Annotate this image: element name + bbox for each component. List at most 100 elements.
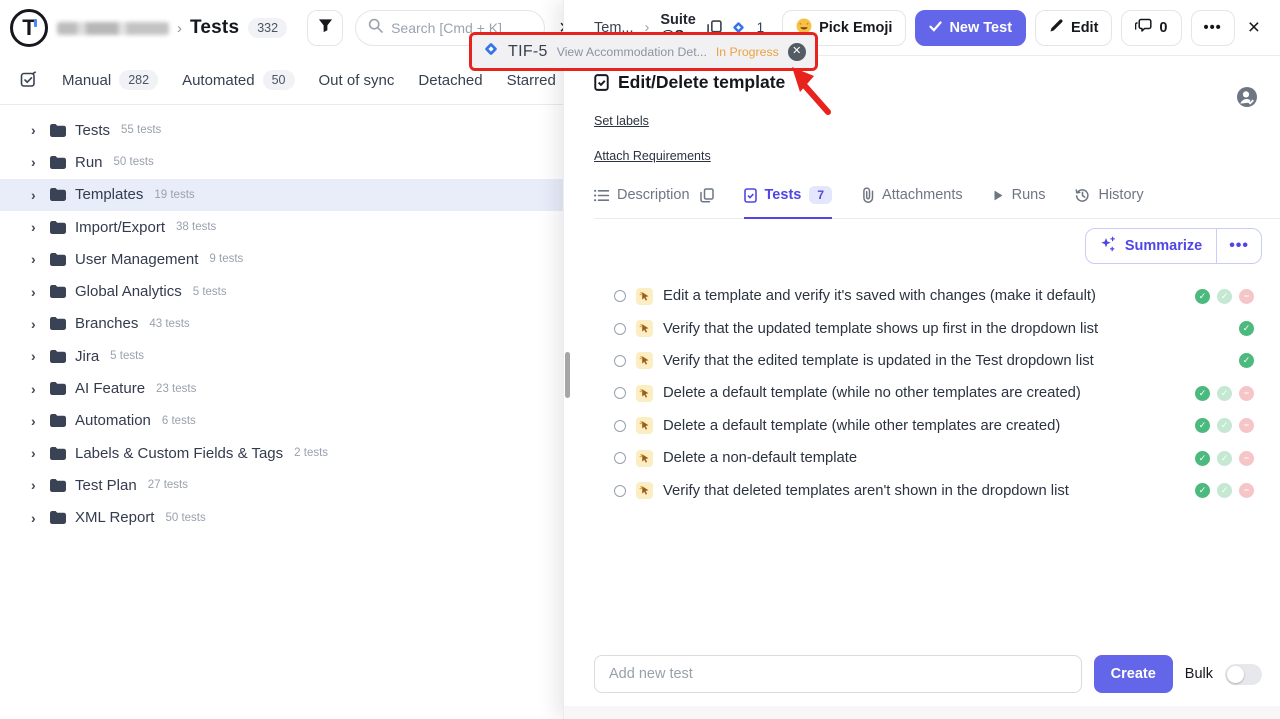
tab-tests[interactable]: Tests7 <box>744 186 833 219</box>
tab-runs[interactable]: Runs <box>993 186 1046 219</box>
chevron-right-icon[interactable]: › <box>31 446 41 460</box>
test-status-circle[interactable] <box>614 420 626 432</box>
test-row[interactable]: Verify that the updated template shows u… <box>594 312 1280 344</box>
tab-attachments[interactable]: Attachments <box>862 186 963 219</box>
run-status-badge-pass[interactable]: ✓ <box>1195 483 1210 498</box>
run-status-badge-minus-muted[interactable]: − <box>1239 451 1254 466</box>
attach-requirements-link[interactable]: Attach Requirements <box>594 149 711 163</box>
test-row[interactable]: Verify that deleted templates aren't sho… <box>594 474 1280 506</box>
sidebar-folder-labels-custom-fields-tags[interactable]: › Labels & Custom Fields & Tags 2 tests <box>0 437 563 469</box>
chevron-right-icon[interactable]: › <box>31 123 41 137</box>
test-status-circle[interactable] <box>614 452 626 464</box>
test-row[interactable]: Delete a default template (while other t… <box>594 410 1280 442</box>
assignee-avatar[interactable] <box>1236 86 1258 113</box>
chevron-right-icon[interactable]: › <box>31 155 41 169</box>
run-status-badge-minus-muted[interactable]: − <box>1239 418 1254 433</box>
sidebar-folder-jira[interactable]: › Jira 5 tests <box>0 340 563 372</box>
filter-tab-manual[interactable]: Manual282 <box>62 70 158 90</box>
folder-icon <box>50 447 66 460</box>
sidebar-folder-branches[interactable]: › Branches 43 tests <box>0 308 563 340</box>
run-status-badge-minus-muted[interactable]: − <box>1239 289 1254 304</box>
run-status-badge-pass-muted[interactable]: ✓ <box>1217 386 1232 401</box>
run-status-badge-pass-muted[interactable]: ✓ <box>1217 418 1232 433</box>
comments-button[interactable]: 0 <box>1121 10 1181 46</box>
new-test-button[interactable]: New Test <box>915 10 1026 46</box>
sidebar-folder-test-plan[interactable]: › Test Plan 27 tests <box>0 469 563 501</box>
edit-button[interactable]: Edit <box>1035 10 1112 46</box>
test-title[interactable]: Verify that deleted templates aren't sho… <box>663 483 1185 499</box>
folder-icon <box>50 350 66 363</box>
run-status-badge-pass[interactable]: ✓ <box>1195 451 1210 466</box>
filter-tab-detached[interactable]: Detached <box>418 72 482 89</box>
tab-description[interactable]: Description <box>594 186 714 219</box>
chevron-right-icon[interactable]: › <box>31 285 41 299</box>
sidebar-folder-import-export[interactable]: › Import/Export 38 tests <box>0 211 563 243</box>
create-button[interactable]: Create <box>1094 655 1173 693</box>
run-status-badge-pass[interactable]: ✓ <box>1239 321 1254 336</box>
tab-history[interactable]: History <box>1075 186 1143 219</box>
test-row[interactable]: Delete a non-default template ✓✓− <box>594 442 1280 474</box>
unlink-issue-icon[interactable]: ✕ <box>788 43 806 61</box>
sidebar-folder-run[interactable]: › Run 50 tests <box>0 146 563 178</box>
filter-tab-automated[interactable]: Automated50 <box>182 70 294 90</box>
sidebar-folder-global-analytics[interactable]: › Global Analytics 5 tests <box>0 275 563 307</box>
sidebar-folder-ai-feature[interactable]: › AI Feature 23 tests <box>0 372 563 404</box>
test-row[interactable]: Edit a template and verify it's saved wi… <box>594 280 1280 312</box>
pencil-icon <box>1049 18 1064 37</box>
more-options-button[interactable]: ••• <box>1191 10 1235 46</box>
test-title[interactable]: Verify that the updated template shows u… <box>663 321 1185 337</box>
linked-issue-chip[interactable]: TIF-5 View Accommodation Det... In Progr… <box>472 35 815 68</box>
sidebar-folder-automation[interactable]: › Automation 6 tests <box>0 405 563 437</box>
run-status-badge-pass[interactable]: ✓ <box>1195 289 1210 304</box>
test-title[interactable]: Delete a default template (while no othe… <box>663 385 1185 401</box>
test-row[interactable]: Verify that the edited template is updat… <box>594 345 1280 377</box>
sidebar-folder-templates[interactable]: › Templates 19 tests <box>0 179 563 211</box>
sidebar-folder-tests[interactable]: › Tests 55 tests <box>0 114 563 146</box>
issue-key[interactable]: TIF-5 <box>508 43 548 61</box>
test-status-circle[interactable] <box>614 355 626 367</box>
sidebar-folder-xml-report[interactable]: › XML Report 50 tests <box>0 502 563 534</box>
test-status-circle[interactable] <box>614 323 626 335</box>
filter-tab-out-of-sync[interactable]: Out of sync <box>319 72 395 89</box>
run-status-badge-pass-muted[interactable]: ✓ <box>1217 289 1232 304</box>
chevron-right-icon[interactable]: › <box>31 252 41 266</box>
test-title[interactable]: Delete a non-default template <box>663 450 1185 466</box>
run-status-badge-pass[interactable]: ✓ <box>1195 386 1210 401</box>
chevron-right-icon[interactable]: › <box>31 478 41 492</box>
run-status-badge-minus-muted[interactable]: − <box>1239 483 1254 498</box>
test-status-circle[interactable] <box>614 387 626 399</box>
chevron-right-icon[interactable]: › <box>31 188 41 202</box>
chevron-right-icon[interactable]: › <box>31 220 41 234</box>
chevron-right-icon[interactable]: › <box>31 382 41 396</box>
test-title[interactable]: Delete a default template (while other t… <box>663 418 1185 434</box>
run-status-badge-pass[interactable]: ✓ <box>1195 418 1210 433</box>
set-labels-link[interactable]: Set labels <box>594 114 649 128</box>
test-title[interactable]: Verify that the edited template is updat… <box>663 353 1185 369</box>
test-status-circle[interactable] <box>614 485 626 497</box>
test-title[interactable]: Edit a template and verify it's saved wi… <box>663 288 1185 304</box>
filter-tab-starred[interactable]: Starred <box>507 72 556 89</box>
run-status-badge-minus-muted[interactable]: − <box>1239 386 1254 401</box>
test-status-circle[interactable] <box>614 290 626 302</box>
run-status-badge-pass[interactable]: ✓ <box>1239 353 1254 368</box>
run-status-badge-pass-muted[interactable]: ✓ <box>1217 483 1232 498</box>
sidebar-folder-user-management[interactable]: › User Management 9 tests <box>0 243 563 275</box>
chevron-right-icon[interactable]: › <box>31 414 41 428</box>
test-row[interactable]: Delete a default template (while no othe… <box>594 377 1280 409</box>
run-status-badge-pass-muted[interactable]: ✓ <box>1217 451 1232 466</box>
chevron-right-icon[interactable]: › <box>31 317 41 331</box>
folder-icon <box>50 285 66 298</box>
add-test-input[interactable] <box>594 655 1082 693</box>
app-logo[interactable]: T <box>10 9 48 47</box>
filter-button[interactable] <box>307 10 343 46</box>
drawer-resize-handle[interactable] <box>565 352 570 398</box>
bulk-toggle[interactable] <box>1225 664 1262 685</box>
summarize-more-button[interactable]: ••• <box>1217 229 1261 263</box>
close-drawer-icon[interactable]: × <box>1248 17 1260 38</box>
chevron-right-icon[interactable]: › <box>31 511 41 525</box>
checklist-icon[interactable] <box>20 71 38 89</box>
summarize-button[interactable]: Summarize <box>1086 229 1216 263</box>
chevron-right-icon[interactable]: › <box>31 349 41 363</box>
project-name-blurred[interactable] <box>57 22 169 35</box>
copy-icon[interactable] <box>700 188 714 203</box>
